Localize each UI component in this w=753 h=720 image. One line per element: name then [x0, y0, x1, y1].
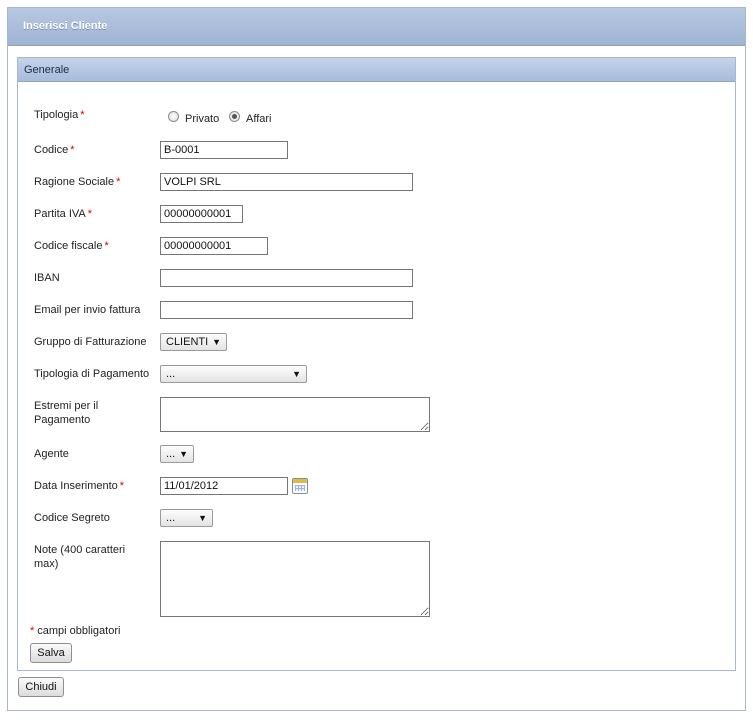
codice-segreto-value: ... [166, 512, 176, 524]
note-textarea[interactable] [160, 541, 430, 617]
tipologia-pagamento-select[interactable]: ... ▼ [160, 365, 307, 383]
chevron-down-icon: ▼ [198, 513, 207, 523]
data-inserimento-label: Data Inserimento * [34, 480, 125, 492]
email-label: Email per invio fattura [34, 304, 141, 316]
codice-input[interactable] [160, 141, 288, 159]
partita-iva-input[interactable] [160, 205, 243, 223]
partita-iva-label: Partita IVA * [34, 208, 93, 220]
radio-privato-label: Privato [185, 113, 220, 125]
gruppo-select-value: CLIENTI [166, 336, 209, 348]
codice-label: Codice * [34, 144, 75, 156]
section-header: Generale [18, 58, 735, 82]
tipologia-label: Tipologia * [34, 109, 85, 121]
iban-input[interactable] [160, 269, 413, 287]
radio-privato[interactable] [168, 111, 179, 122]
chevron-down-icon: ▼ [292, 369, 301, 379]
estremi-label: Estremi per il Pagamento [34, 400, 99, 426]
section-generale: Generale Tipologia * Privato Affari Codic… [17, 57, 736, 671]
codice-fiscale-input[interactable] [160, 237, 268, 255]
agente-label: Agente [34, 448, 69, 460]
chevron-down-icon: ▼ [179, 449, 188, 459]
ragione-sociale-label: Ragione Sociale * [34, 176, 121, 188]
required-fields-note: * campi obbligatori [30, 625, 121, 637]
data-inserimento-input[interactable] [160, 477, 288, 495]
agente-select[interactable]: ... ▼ [160, 445, 194, 463]
close-button[interactable]: Chiudi [18, 677, 64, 697]
codice-segreto-label: Codice Segreto [34, 512, 110, 524]
radio-affari-label: Affari [246, 113, 272, 125]
chevron-down-icon: ▼ [212, 337, 221, 347]
radio-affari[interactable] [229, 111, 240, 122]
gruppo-select[interactable]: CLIENTI ▼ [160, 333, 227, 351]
tipologia-pagamento-value: ... [166, 368, 176, 380]
codice-segreto-select[interactable]: ... ▼ [160, 509, 213, 527]
section-title: Generale [24, 64, 70, 76]
save-button[interactable]: Salva [30, 643, 72, 663]
dialog-title: Inserisci Cliente [23, 20, 108, 32]
email-input[interactable] [160, 301, 413, 319]
tipologia-pagamento-label: Tipologia di Pagamento [34, 368, 150, 380]
dialog-header: Inserisci Cliente [8, 8, 745, 46]
iban-label: IBAN [34, 272, 60, 284]
agente-select-value: ... [166, 448, 176, 460]
note-label: Note (400 caratteri max) [34, 544, 126, 570]
ragione-sociale-input[interactable] [160, 173, 413, 191]
dialog-window: Inserisci Cliente Generale Tipologia * Pr… [7, 7, 746, 711]
codice-fiscale-label: Codice fiscale * [34, 240, 109, 252]
gruppo-label: Gruppo di Fatturazione [34, 336, 147, 348]
calendar-icon[interactable] [292, 478, 308, 494]
estremi-textarea[interactable] [160, 397, 430, 432]
